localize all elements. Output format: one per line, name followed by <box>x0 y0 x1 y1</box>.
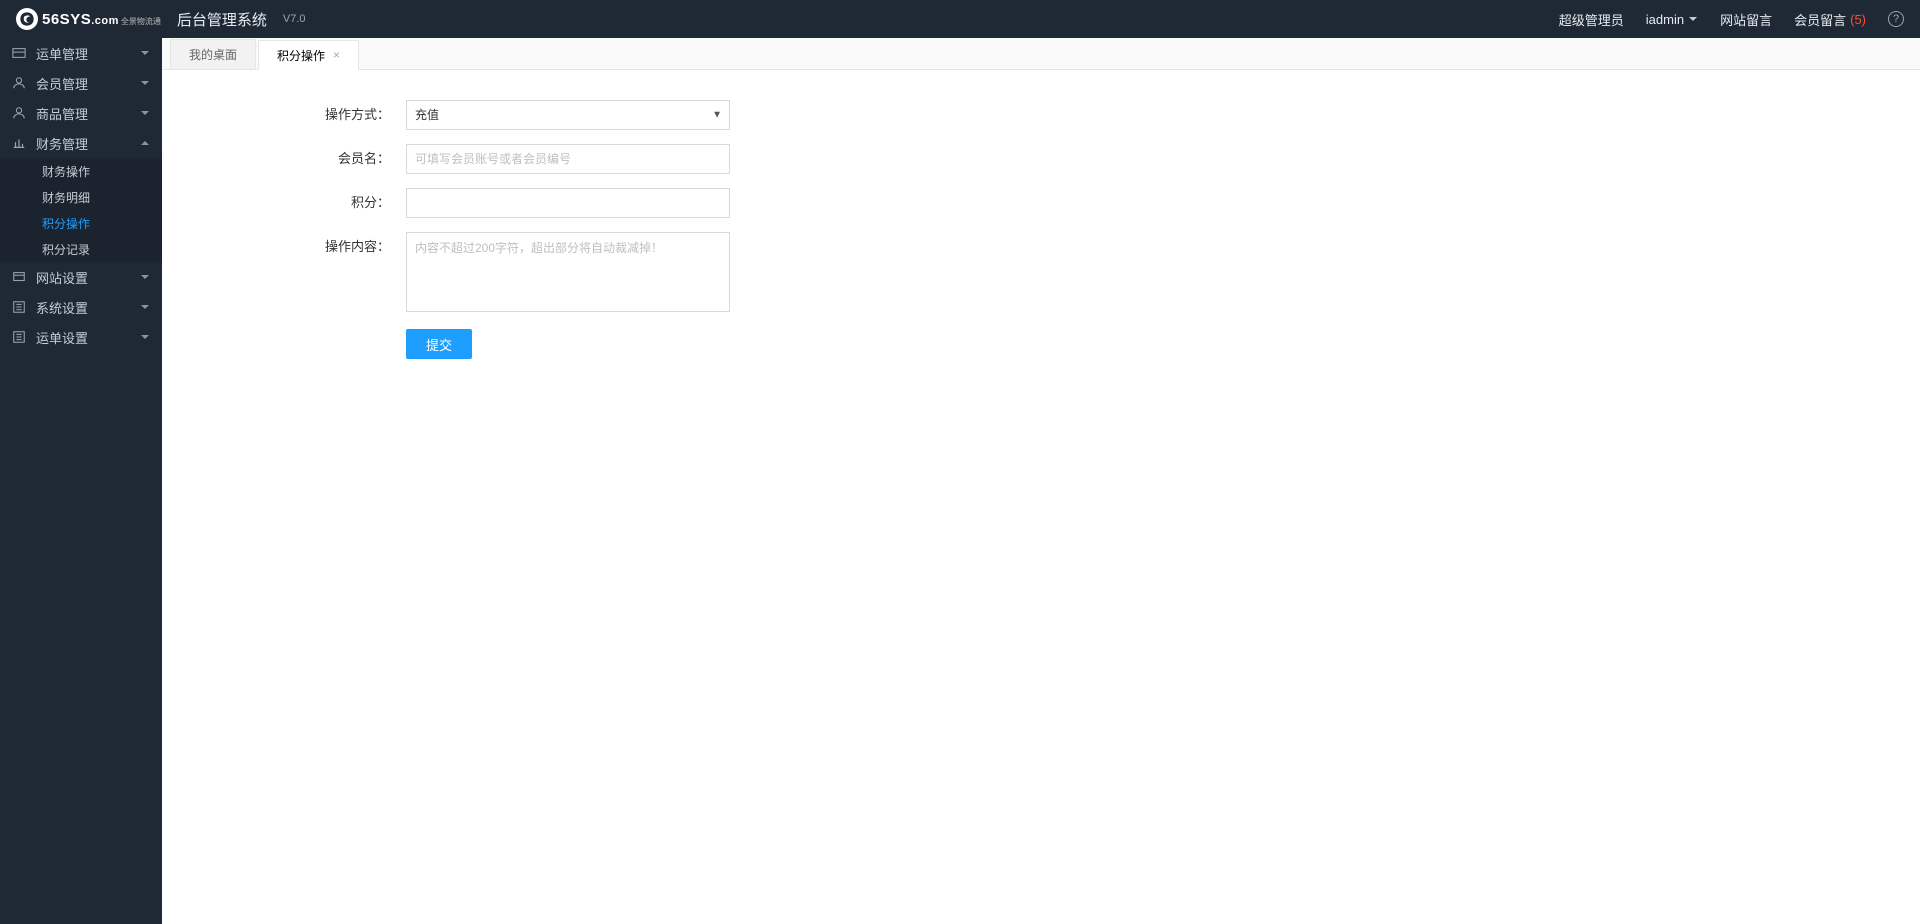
chevron-down-icon <box>140 332 150 342</box>
sidebar-item-label: 系统设置 <box>36 298 88 317</box>
sidebar-subitem-3-1[interactable]: 财务明细 <box>0 184 162 210</box>
logo[interactable]: 56SYS.com 全景物流通 <box>16 8 161 30</box>
help-icon[interactable]: ? <box>1888 11 1904 27</box>
chevron-down-icon <box>140 108 150 118</box>
chevron-down-icon <box>140 48 150 58</box>
chevron-down-icon <box>140 78 150 88</box>
tab-label: 我的桌面 <box>189 46 237 63</box>
sidebar-item-label: 商品管理 <box>36 104 88 123</box>
sidebar-item-label: 网站设置 <box>36 268 88 287</box>
chevron-up-icon <box>140 138 150 148</box>
sidebar-item-label: 运单管理 <box>36 44 88 63</box>
finance-icon <box>12 136 26 150</box>
sidebar-item-4[interactable]: 网站设置 <box>0 262 162 292</box>
site-icon <box>12 270 26 284</box>
header-user-menu[interactable]: iadmin <box>1646 12 1698 27</box>
header-right: 超级管理员 iadmin 网站留言 会员留言 (5) ? <box>1559 10 1904 29</box>
close-icon[interactable]: × <box>333 48 340 62</box>
sidebar-subitem-3-3[interactable]: 积分记录 <box>0 236 162 262</box>
sidebar-subitem-3-2[interactable]: 积分操作 <box>0 210 162 236</box>
header-member-msg[interactable]: 会员留言 (5) <box>1794 10 1866 29</box>
points-form: 操作方式： 充值 ▼ 会员名： 积分： <box>186 100 966 359</box>
content: 操作方式： 充值 ▼ 会员名： 积分： <box>162 70 1920 924</box>
main: 我的桌面积分操作× 操作方式： 充值 ▼ 会员名： 积分 <box>162 38 1920 924</box>
sidebar-item-2[interactable]: 商品管理 <box>0 98 162 128</box>
system-title: 后台管理系统 <box>177 9 267 30</box>
points-input[interactable] <box>406 188 730 218</box>
sidebar-item-6[interactable]: 运单设置 <box>0 322 162 352</box>
header-left: 56SYS.com 全景物流通 后台管理系统 V7.0 <box>16 8 306 30</box>
mode-select[interactable]: 充值 <box>406 100 730 130</box>
user-icon <box>12 76 26 90</box>
system-icon <box>12 300 26 314</box>
sidebar-item-0[interactable]: 运单管理 <box>0 38 162 68</box>
version: V7.0 <box>283 13 306 25</box>
header-username: iadmin <box>1646 12 1684 27</box>
chevron-down-icon <box>1688 14 1698 24</box>
sidebar: 运单管理会员管理商品管理财务管理财务操作财务明细积分操作积分记录网站设置系统设置… <box>0 38 162 924</box>
label-mode: 操作方式： <box>186 100 406 130</box>
tab-label: 积分操作 <box>277 47 325 64</box>
chevron-down-icon <box>140 302 150 312</box>
header: 56SYS.com 全景物流通 后台管理系统 V7.0 超级管理员 iadmin… <box>0 0 1920 38</box>
sidebar-item-5[interactable]: 系统设置 <box>0 292 162 322</box>
sidebar-item-label: 财务管理 <box>36 134 88 153</box>
logo-icon <box>16 8 38 30</box>
submit-button[interactable]: 提交 <box>406 329 472 359</box>
sidebar-subitem-3-0[interactable]: 财务操作 <box>0 158 162 184</box>
sidebar-item-3[interactable]: 财务管理 <box>0 128 162 158</box>
logo-tagline: 全景物流通 <box>121 17 161 26</box>
msg-count: (5) <box>1850 12 1866 27</box>
tab-0[interactable]: 我的桌面 <box>170 39 256 69</box>
label-content: 操作内容： <box>186 232 406 262</box>
system-icon <box>12 330 26 344</box>
waybill-icon <box>12 46 26 60</box>
header-role: 超级管理员 <box>1559 10 1624 29</box>
sidebar-item-1[interactable]: 会员管理 <box>0 68 162 98</box>
member-input[interactable] <box>406 144 730 174</box>
chevron-down-icon <box>140 272 150 282</box>
content-textarea[interactable] <box>406 232 730 312</box>
sidebar-item-label: 运单设置 <box>36 328 88 347</box>
logo-text: 56SYS.com 全景物流通 <box>42 11 161 28</box>
tabs: 我的桌面 积分操作 × <box>162 38 1920 70</box>
tab-1[interactable]: 积分操作 × <box>258 40 359 70</box>
label-points: 积分： <box>186 188 406 218</box>
sidebar-item-label: 会员管理 <box>36 74 88 93</box>
label-member: 会员名： <box>186 144 406 174</box>
header-site-msg[interactable]: 网站留言 <box>1720 10 1772 29</box>
user-icon <box>12 106 26 120</box>
